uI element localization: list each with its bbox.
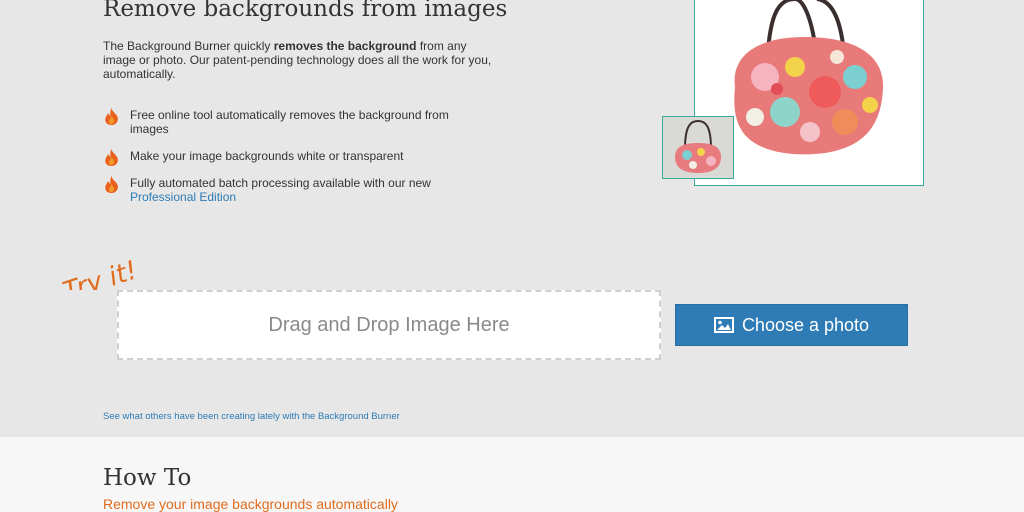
- how-to-section: How To Remove your image backgrounds aut…: [0, 437, 1024, 512]
- feature-text: Fully automated batch processing availab…: [130, 176, 431, 190]
- original-thumbnail[interactable]: [662, 116, 734, 179]
- thumbnail-image: [663, 117, 733, 178]
- how-to-subtitle: Remove your image backgrounds automatica…: [103, 496, 398, 512]
- professional-edition-link[interactable]: Professional Edition: [130, 190, 236, 204]
- feature-item: Make your image backgrounds white or tra…: [103, 149, 483, 166]
- feature-item: Free online tool automatically removes t…: [103, 108, 483, 136]
- choose-photo-label: Choose a photo: [741, 314, 870, 335]
- feature-item: Fully automated batch processing availab…: [103, 176, 483, 204]
- intro-paragraph: The Background Burner quickly removes th…: [103, 39, 493, 81]
- drop-zone[interactable]: Drag and Drop Image Here: [117, 290, 661, 360]
- drop-zone-text: Drag and Drop Image Here: [268, 313, 510, 336]
- feature-list: Free online tool automatically removes t…: [103, 108, 483, 204]
- flame-icon: [105, 149, 118, 166]
- try-it-text: Try it!: [59, 255, 141, 290]
- try-it-label: Try it!: [59, 255, 141, 290]
- how-to-title: How To: [103, 465, 192, 491]
- image-icon: [713, 317, 734, 333]
- feature-text: Make your image backgrounds white or tra…: [130, 149, 404, 163]
- intro-text-bold: removes the background: [273, 39, 417, 53]
- flame-icon: [105, 108, 118, 125]
- feature-text: Free online tool automatically removes t…: [130, 108, 449, 136]
- intro-text-start: The Background Burner quickly: [103, 39, 274, 53]
- hero-section: Remove backgrounds from images The Backg…: [0, 0, 1024, 437]
- page-title: Remove backgrounds from images: [103, 0, 508, 22]
- others-creations-link[interactable]: See what others have been creating latel…: [103, 411, 400, 422]
- choose-photo-button[interactable]: Choose a photo: [675, 304, 908, 346]
- flame-icon: [105, 176, 118, 193]
